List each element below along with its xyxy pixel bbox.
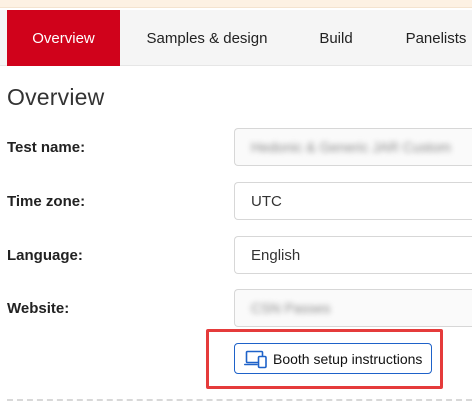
section-divider	[7, 399, 472, 401]
tab-samples-design[interactable]: Samples & design	[128, 10, 286, 66]
page-title: Overview	[7, 84, 105, 110]
test-name-value: Hedonic & Generic JAR Custom	[251, 139, 451, 155]
website-label: Website:	[7, 300, 70, 317]
tab-build[interactable]: Build	[296, 10, 376, 66]
booth-setup-instructions-button[interactable]: Booth setup instructions	[234, 343, 432, 374]
tab-panelists[interactable]: Panelists	[386, 10, 472, 66]
time-zone-label: Time zone:	[7, 193, 86, 210]
time-zone-value: UTC	[251, 192, 282, 210]
booth-setup-instructions-label: Booth setup instructions	[273, 350, 423, 367]
language-select[interactable]: English	[234, 236, 472, 274]
language-value: English	[251, 246, 301, 264]
test-name-field[interactable]: Hedonic & Generic JAR Custom	[234, 128, 472, 166]
devices-icon	[244, 350, 267, 368]
language-label: Language:	[7, 247, 83, 264]
test-name-label: Test name:	[7, 139, 86, 156]
website-value: CSN Passes	[251, 300, 331, 316]
tab-bar: Overview Samples & design Build Panelist…	[0, 10, 472, 66]
tab-overview[interactable]: Overview	[7, 10, 120, 66]
top-notice-strip	[0, 0, 472, 8]
website-field[interactable]: CSN Passes	[234, 289, 472, 327]
time-zone-select[interactable]: UTC	[234, 182, 472, 220]
